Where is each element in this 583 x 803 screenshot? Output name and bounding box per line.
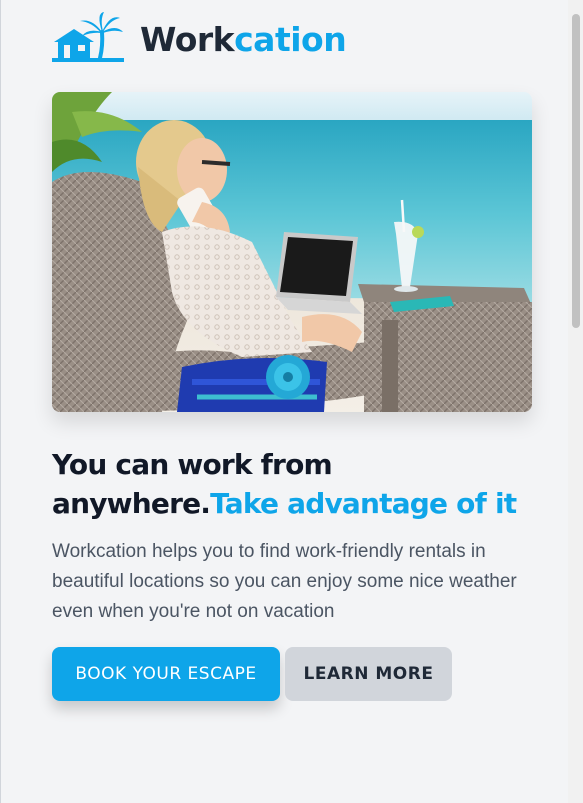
headline-accent: Take advantage of it <box>210 487 517 520</box>
action-buttons: BOOK YOUR ESCAPE LEARN MORE <box>52 647 532 701</box>
beach-house-palm-icon <box>52 12 124 62</box>
brand-wordmark: Workcation <box>140 19 347 59</box>
woman-working-on-beach-photo <box>52 92 532 412</box>
description: Workcation helps you to find work-friend… <box>52 541 517 622</box>
scrollbar-thumb[interactable] <box>572 14 580 328</box>
main-content: Workcation You can work from anywhere.Ta… <box>52 12 532 701</box>
scrollbar-track[interactable] <box>568 0 583 803</box>
brand-name-part1: Work <box>140 19 235 59</box>
page-edge <box>0 0 1 803</box>
hero-image <box>52 92 532 412</box>
brand-name-part2: cation <box>234 19 347 59</box>
brand-logo[interactable]: Workcation <box>52 12 532 62</box>
learn-more-button[interactable]: LEARN MORE <box>285 647 452 701</box>
headline: You can work from anywhere.Take advantag… <box>52 445 532 523</box>
book-your-escape-button[interactable]: BOOK YOUR ESCAPE <box>52 647 280 701</box>
